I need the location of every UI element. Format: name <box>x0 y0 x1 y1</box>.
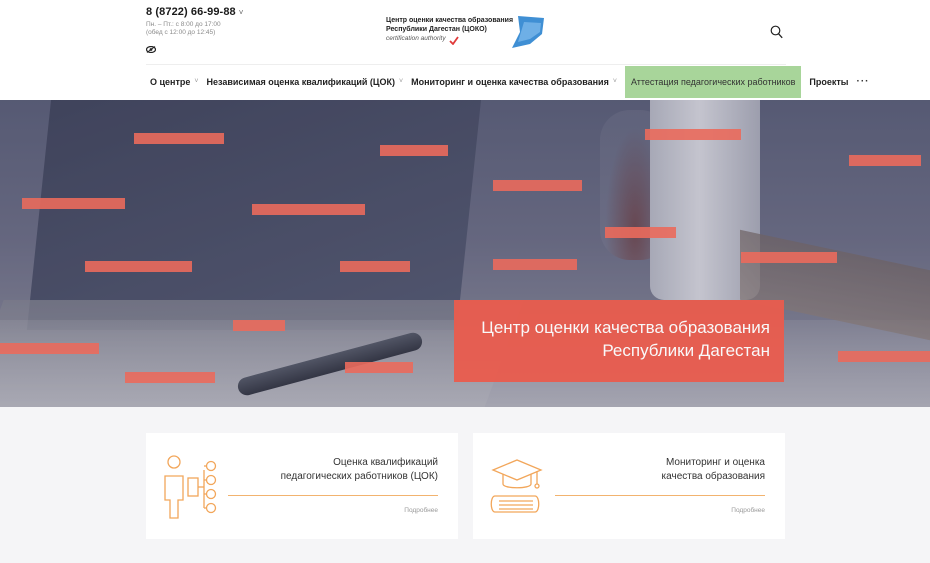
chevron-down-icon: ˅ <box>612 78 617 85</box>
decor-bar <box>134 133 224 144</box>
decor-bar <box>233 320 285 331</box>
nav-item-label: Независимая оценка квалификаций (ЦОК) <box>206 76 395 87</box>
decor-bar <box>252 204 365 215</box>
decor-bar <box>85 261 192 272</box>
nav-item-about[interactable]: О центре ˅ <box>146 66 202 98</box>
org-structure-icon <box>164 455 217 519</box>
card-title-line-1: Мониторинг и оценка <box>665 457 765 468</box>
card-title: Мониторинг и оценка качества образования <box>662 456 765 484</box>
logo-line-1: Центр оценки качества образования <box>386 17 514 24</box>
hero-title-line-1: Центр оценки качества образования <box>481 318 770 337</box>
graduation-book-icon <box>490 459 543 513</box>
decor-bar <box>380 145 448 156</box>
logo-line-2: Республики Дагестан (ЦОКО) <box>386 26 487 33</box>
card-divider <box>555 495 765 496</box>
nav-item-label: Проекты <box>809 76 849 87</box>
hours-line-2: (обед с 12:00 до 12:45) <box>146 29 216 36</box>
phone-dropdown-caret[interactable]: ˅ <box>239 8 244 17</box>
service-card-qualifications[interactable]: Оценка квалификаций педагогических работ… <box>146 433 458 539</box>
nav-item-independent-assessment[interactable]: Независимая оценка квалификаций (ЦОК) ˅ <box>202 66 407 98</box>
decor-bar <box>849 155 921 166</box>
decor-bar <box>22 198 125 209</box>
card-divider <box>228 495 438 496</box>
logo-subtitle: certification authority <box>386 35 446 42</box>
nav-item-label: Аттестация педагогических работников <box>630 76 796 87</box>
chevron-down-icon: ˅ <box>398 78 404 85</box>
services-section: Оценка квалификаций педагогических работ… <box>0 407 930 563</box>
decor-bar <box>493 180 582 191</box>
decor-bar <box>125 372 215 383</box>
nav-item-label: О центре <box>150 76 191 87</box>
card-title-line-2: педагогических работников (ЦОК) <box>280 471 438 482</box>
site-logo-title[interactable]: Центр оценки качества образования Респуб… <box>386 16 513 34</box>
card-title: Оценка квалификаций педагогических работ… <box>281 456 438 484</box>
hero-title-line-2: Республики Дагестан <box>602 341 770 360</box>
decor-bar <box>741 252 837 263</box>
decor-bar <box>838 351 930 362</box>
search-icon[interactable] <box>770 25 783 39</box>
service-card-monitoring[interactable]: Мониторинг и оценка качества образования… <box>473 433 785 539</box>
hours-line-1: Пн. – Пт.: с 8:00 до 17:00 <box>146 21 221 28</box>
card-title-line-1: Оценка квалификаций <box>333 457 438 468</box>
chevron-down-icon: ˅ <box>194 78 199 85</box>
main-navigation: О центре ˅ Независимая оценка квалификаци… <box>146 64 868 98</box>
nav-more-button[interactable]: ··· <box>852 76 873 87</box>
card-more-link[interactable]: Подробнее <box>404 507 438 514</box>
decor-bar <box>605 227 676 238</box>
nav-item-projects[interactable]: Проекты <box>805 66 852 98</box>
card-more-link[interactable]: Подробнее <box>731 507 765 514</box>
eye-icon[interactable] <box>146 46 156 53</box>
hero-title: Центр оценки качества образования Респуб… <box>454 300 784 382</box>
dagestan-map-logo-icon[interactable] <box>508 14 546 50</box>
decor-bar <box>645 129 741 140</box>
phone-number[interactable]: 8 (8722) 66-99-88 ˅ <box>146 6 244 18</box>
decor-bar <box>0 343 99 354</box>
decor-bar <box>345 362 413 373</box>
nav-item-attestation[interactable]: Аттестация педагогических работников <box>624 65 802 98</box>
site-header: 8 (8722) 66-99-88 ˅ Пн. – Пт.: с 8:00 до … <box>0 0 930 100</box>
check-icon <box>449 36 459 45</box>
decor-bar <box>493 259 577 270</box>
nav-item-monitoring[interactable]: Мониторинг и оценка качества образования… <box>407 66 621 98</box>
decor-bar <box>340 261 410 272</box>
hero-banner: Центр оценки качества образования Респуб… <box>0 100 930 407</box>
card-title-line-2: качества образования <box>661 471 765 482</box>
working-hours: Пн. – Пт.: с 8:00 до 17:00 (обед с 12:00… <box>146 21 221 37</box>
nav-item-label: Мониторинг и оценка качества образования <box>411 76 609 87</box>
